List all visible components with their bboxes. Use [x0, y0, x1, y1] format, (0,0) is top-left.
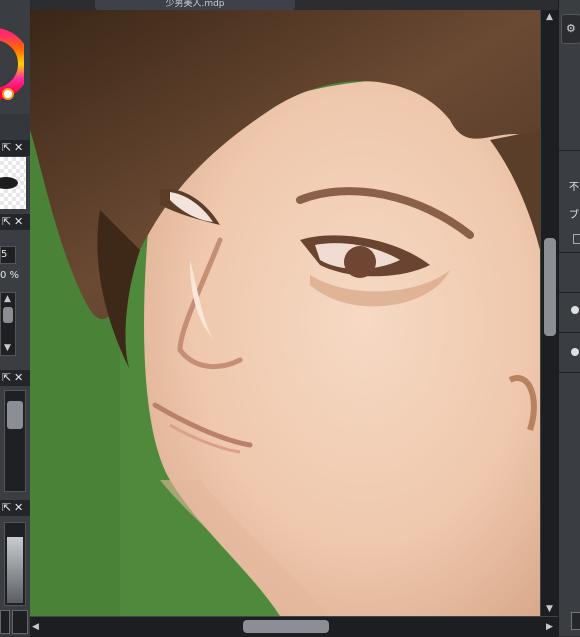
popout-icon[interactable]: ⇱ — [2, 141, 11, 155]
radio-button[interactable] — [571, 306, 579, 314]
scroll-up-icon[interactable]: ▲ — [4, 294, 11, 304]
radio-button[interactable] — [571, 348, 579, 356]
settings-button[interactable]: ⚙ — [561, 14, 580, 44]
right-dock: ⚙ 不 ブ — [558, 0, 580, 636]
opacity-value: 0 % — [0, 270, 20, 281]
popout-icon[interactable]: ⇱ — [2, 371, 11, 385]
panel-scrollbar[interactable] — [4, 522, 26, 606]
scroll-down-icon[interactable]: ▼ — [4, 343, 11, 353]
color-wheel[interactable] — [0, 14, 24, 114]
horizontal-scroll-thumb[interactable] — [243, 620, 329, 633]
left-dock: ⇱ ✕ ⇱ ✕ 5 0 % ▲ ▼ ⇱ ✕ ⇱ ✕ — [0, 0, 30, 636]
scroll-up-icon[interactable]: ▲ — [546, 12, 553, 22]
panel-header: ⇱ ✕ — [0, 500, 30, 516]
scroll-right-icon[interactable]: ▶ — [546, 622, 553, 632]
panel-scrollbar[interactable]: ▲ ▼ — [0, 292, 16, 356]
drawing-canvas[interactable] — [30, 10, 540, 616]
right-dock-label: ブ — [569, 210, 579, 221]
gear-icon: ⚙ — [566, 22, 576, 35]
panel-header: ⇱ ✕ — [0, 140, 30, 156]
color-picker-handle — [2, 88, 14, 100]
brush-preview[interactable] — [0, 157, 26, 209]
panel-header: ⇱ ✕ — [0, 370, 30, 386]
right-dock-label: 不 — [569, 182, 579, 193]
close-icon[interactable]: ✕ — [14, 371, 23, 385]
vertical-scroll-thumb[interactable] — [544, 238, 556, 336]
document-tab-title: 少男美人.mdp — [165, 0, 225, 9]
scroll-left-icon[interactable]: ◀ — [32, 622, 39, 632]
panel-button[interactable] — [571, 612, 580, 630]
canvas-vertical-scrollbar[interactable]: ▲ ▼ — [540, 10, 559, 616]
scroll-thumb[interactable] — [3, 307, 13, 323]
popout-icon[interactable]: ⇱ — [2, 215, 11, 229]
canvas-artwork — [30, 10, 540, 616]
close-icon[interactable]: ✕ — [14, 215, 23, 229]
panel-scrollbar[interactable] — [4, 390, 26, 492]
close-icon[interactable]: ✕ — [14, 501, 23, 515]
checkbox[interactable] — [573, 234, 580, 244]
scroll-down-icon[interactable]: ▼ — [546, 604, 553, 614]
canvas-horizontal-scrollbar[interactable]: ◀ ▶ — [30, 616, 558, 637]
layer-button[interactable] — [0, 610, 10, 634]
layer-button[interactable] — [12, 610, 28, 634]
scroll-thumb[interactable] — [7, 401, 23, 429]
document-tab[interactable]: 少男美人.mdp — [95, 0, 295, 10]
close-icon[interactable]: ✕ — [14, 141, 23, 155]
layer-thumbnail — [7, 537, 23, 603]
panel-header: ⇱ ✕ — [0, 214, 30, 230]
popout-icon[interactable]: ⇱ — [2, 501, 11, 515]
brush-size-value: 5 — [1, 249, 8, 260]
brush-size-field[interactable]: 5 — [0, 246, 16, 264]
